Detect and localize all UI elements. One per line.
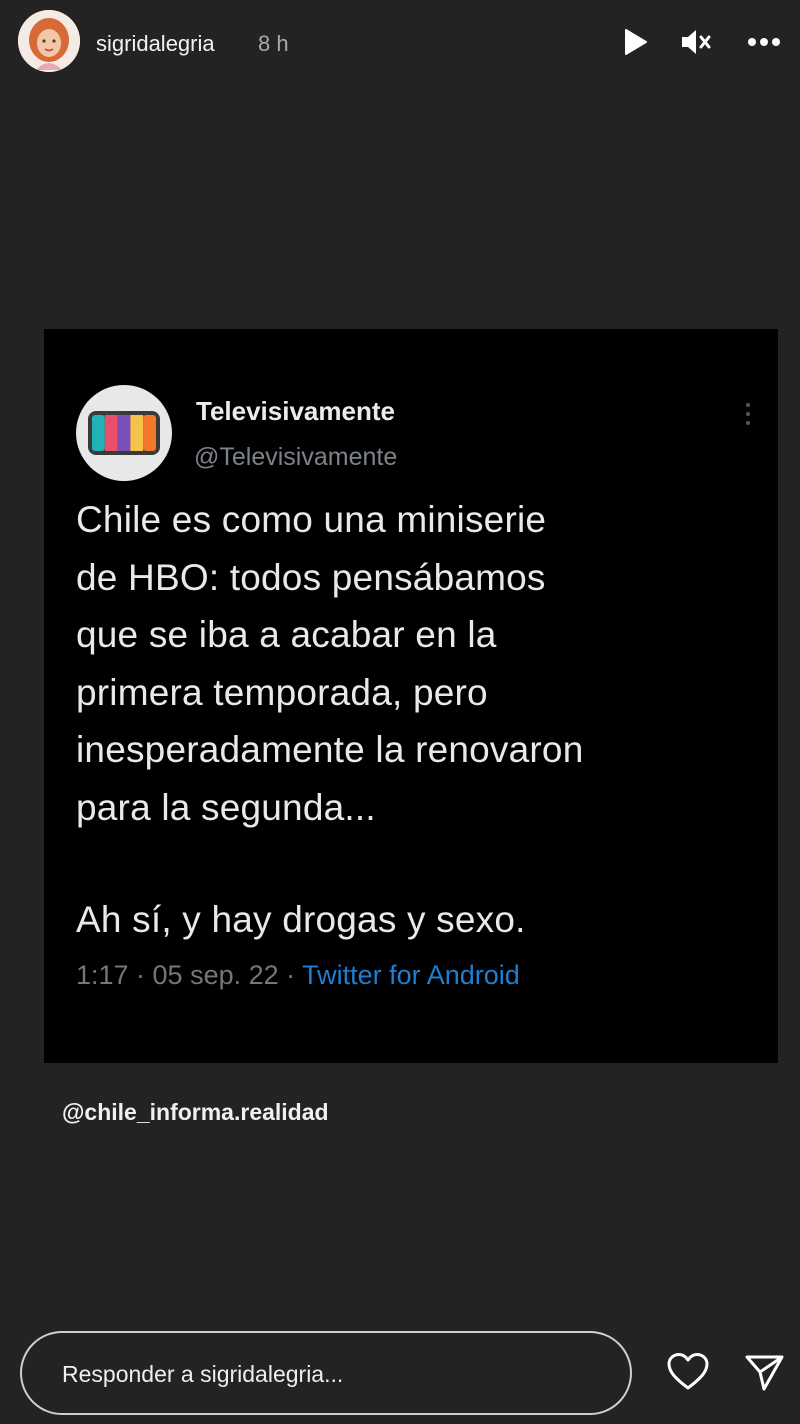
mute-icon[interactable] bbox=[678, 24, 714, 60]
send-icon[interactable] bbox=[740, 1348, 788, 1396]
tweet-line: primera temporada, pero bbox=[76, 671, 488, 713]
more-icon[interactable] bbox=[746, 24, 782, 60]
tweet-screenshot: Televisivamente @Televisivamente Chile e… bbox=[44, 329, 778, 1063]
mention-sticker[interactable]: @chile_informa.realidad bbox=[62, 1097, 329, 1127]
story-screen: sigridalegria 8 h Televisivamente @Telev… bbox=[0, 0, 800, 1424]
tweet-avatar bbox=[76, 385, 172, 481]
tweet-text: Chile es como una miniserie de HBO: todo… bbox=[76, 491, 756, 836]
reply-input[interactable] bbox=[60, 1333, 604, 1415]
tweet-line: Chile es como una miniserie bbox=[76, 499, 547, 540]
tweet-timestamp: 1:17 · 05 sep. 22 · bbox=[76, 960, 303, 990]
tweet-display-name: Televisivamente bbox=[196, 396, 395, 426]
tweet-menu-icon bbox=[740, 399, 756, 429]
tweet-line: de HBO: todos pensábamos bbox=[76, 556, 546, 598]
story-username[interactable]: sigridalegria bbox=[96, 30, 215, 58]
tweet-meta: 1:17 · 05 sep. 22 · Twitter for Android bbox=[76, 958, 520, 992]
heart-icon[interactable] bbox=[664, 1348, 712, 1396]
tweet-handle: @Televisivamente bbox=[194, 443, 398, 471]
reply-field[interactable] bbox=[20, 1331, 632, 1415]
tweet-line: inesperadamente la renovaron bbox=[76, 729, 584, 770]
story-header: sigridalegria 8 h bbox=[0, 0, 800, 90]
tweet-extra-line: Ah sí, y hay drogas y sexo. bbox=[76, 899, 526, 940]
avatar[interactable] bbox=[18, 10, 80, 72]
tweet-source: Twitter for Android bbox=[302, 960, 520, 990]
play-icon[interactable] bbox=[617, 24, 653, 60]
tweet-line: que se iba a acabar en la bbox=[76, 614, 497, 655]
story-timestamp: 8 h bbox=[258, 31, 289, 56]
tweet-line: para la segunda... bbox=[76, 786, 376, 828]
